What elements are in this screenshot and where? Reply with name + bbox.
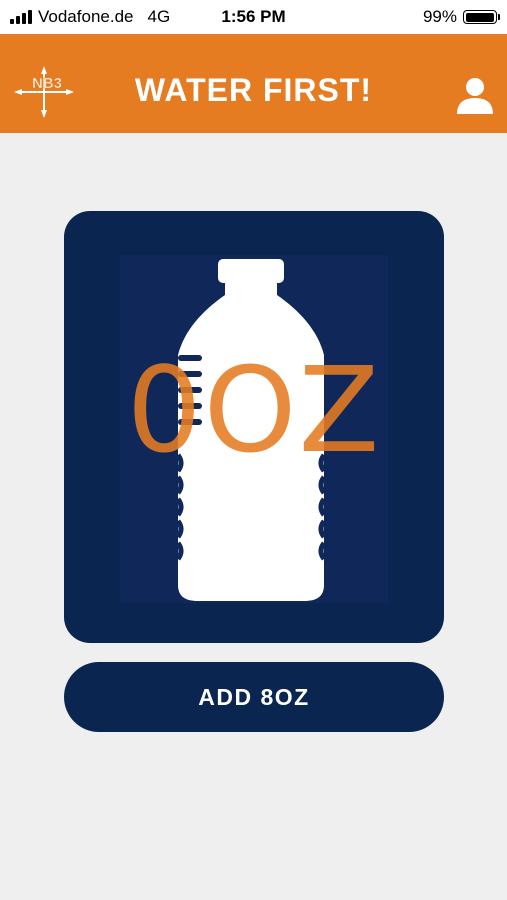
status-bar: Vodafone.de 4G 1:56 PM 99% <box>0 0 507 34</box>
add-water-button[interactable]: ADD 8OZ <box>64 662 444 732</box>
battery-fill <box>465 12 495 22</box>
app-header: NB3 WATER FIRST! <box>0 34 507 133</box>
user-icon[interactable] <box>455 76 495 116</box>
water-tracker-card: 0OZ <box>64 211 444 643</box>
water-amount: 0OZ <box>126 341 382 479</box>
battery-percent: 99% <box>422 7 457 26</box>
bottle-display: 0OZ <box>120 255 388 603</box>
status-right: 99% <box>422 7 500 27</box>
battery-icon <box>463 10 500 24</box>
page-title: WATER FIRST! <box>134 72 373 108</box>
